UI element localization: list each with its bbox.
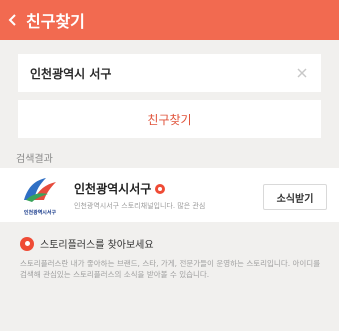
result-description: 인천광역시서구 스토리채널입니다. 많은 관심 [74, 202, 206, 210]
logo-caption: 인천광역시서구 [23, 210, 57, 216]
search-query-text: 인천광역시 서구 [30, 66, 112, 81]
info-title-text: 스토리플러스를 찾아보세요 [40, 240, 154, 251]
chevron-left-icon[interactable] [2, 0, 24, 40]
top-bar: 친구찾기 [0, 0, 339, 40]
result-name: 인천광역시서구 [74, 180, 166, 197]
story-plus-icon [20, 236, 34, 251]
subscribe-button[interactable]: 소식받기 [263, 184, 327, 210]
search-results-label: 검색결과 [16, 154, 53, 165]
list-item[interactable]: 인천광역시서구 인천광역시서구 인천광역시서구 스토리채널입니다. 많은 관심 … [0, 168, 339, 222]
incheon-seogu-logo: 인천광역시서구 [18, 174, 62, 216]
find-friends-button[interactable]: 친구찾기 [18, 100, 321, 138]
story-badge-icon [155, 183, 166, 194]
info-description: 스토리플러스란 내가 좋아하는 브랜드, 스타, 가게, 전문가들이 운영하는 … [20, 259, 321, 279]
search-input[interactable]: 인천광역시 서구 [18, 54, 321, 92]
info-heading: 스토리플러스를 찾아보세요 [20, 236, 154, 251]
result-name-text: 인천광역시서구 [74, 182, 152, 196]
close-icon[interactable] [295, 66, 309, 80]
page-title: 친구찾기 [26, 12, 85, 31]
